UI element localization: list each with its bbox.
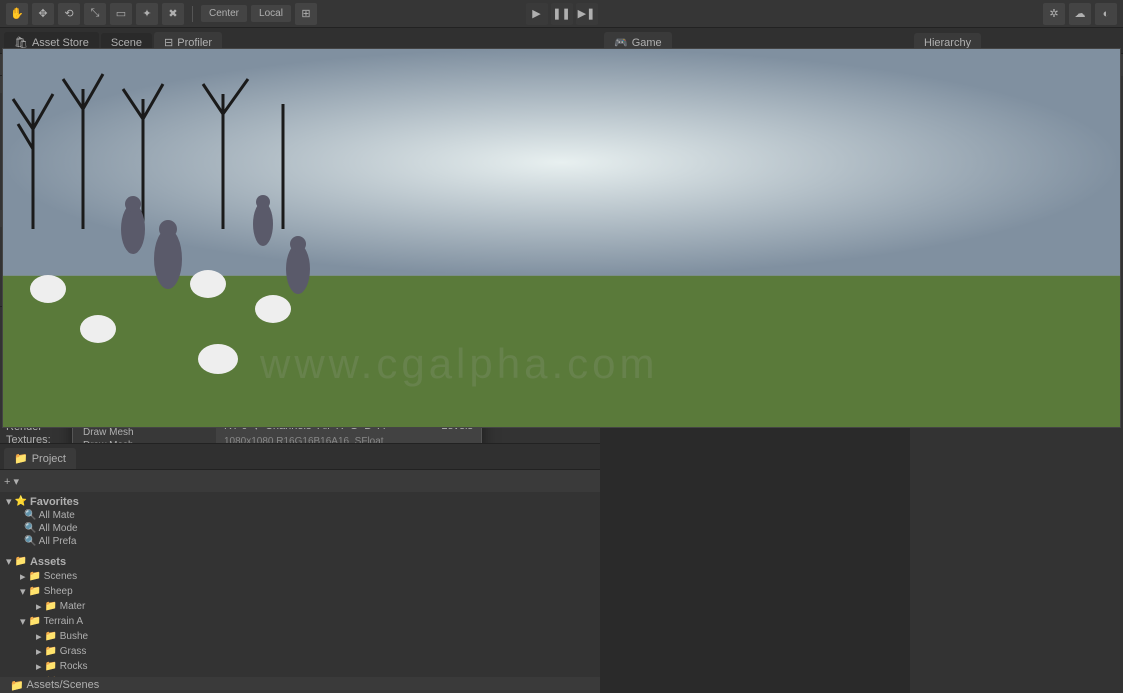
tab-label: Asset Store: [32, 37, 89, 49]
toolbar-right: ✲ ☁ ◐: [1043, 3, 1117, 25]
project-toolbar: + ▾: [0, 470, 600, 492]
asset-subfolder[interactable]: ▸📁 Mater: [2, 599, 598, 614]
game-scene-illustration: [3, 49, 1120, 427]
transform-tool-button[interactable]: ✦: [136, 3, 158, 25]
play-controls: ▶ ❚❚ ▶❚: [526, 3, 598, 25]
project-panel: 📁Project + ▾ ▾⭐ Favorites🔍 All Mate🔍 All…: [0, 443, 600, 693]
hand-tool-button[interactable]: ✋: [6, 3, 28, 25]
game-viewport[interactable]: [2, 48, 1121, 428]
tab-label: Project: [32, 453, 66, 465]
asset-folder[interactable]: ▾📁 Terrain A: [2, 614, 598, 629]
folder-icon: 📁: [10, 679, 24, 692]
main-toolbar: ✋ ✥ ⟲ ⤡ ▭ ✦ ✖ Center Local ⊞ ▶ ❚❚ ▶❚ ✲ ☁…: [0, 0, 1123, 28]
scale-tool-button[interactable]: ⤡: [84, 3, 106, 25]
tab-label: Profiler: [177, 37, 212, 49]
account-icon[interactable]: ◐: [1095, 3, 1117, 25]
asset-subfolder[interactable]: ▸📁 Rocks: [2, 659, 598, 674]
rotate-tool-button[interactable]: ⟲: [58, 3, 80, 25]
pivot-mode-button[interactable]: Center: [201, 5, 247, 22]
pivot-rotation-button[interactable]: Local: [251, 5, 291, 22]
tab-project[interactable]: 📁 Project: [4, 448, 76, 469]
favorite-item[interactable]: 🔍 All Mode: [2, 522, 598, 535]
settings-icon[interactable]: ✲: [1043, 3, 1065, 25]
asset-folder[interactable]: ▸📁 Scenes: [2, 569, 598, 584]
rt-size: 1080x1080 R16G16B16A16_SFloat: [224, 436, 473, 443]
project-tree[interactable]: ▾⭐ Favorites🔍 All Mate🔍 All Mode🔍 All Pr…: [0, 492, 600, 677]
pause-button[interactable]: ❚❚: [551, 3, 573, 25]
folder-icon: 📁: [14, 452, 28, 465]
play-button[interactable]: ▶: [526, 3, 548, 25]
step-button[interactable]: ▶❚: [576, 3, 598, 25]
favorite-item[interactable]: 🔍 All Mate: [2, 509, 598, 522]
favorite-item[interactable]: 🔍 All Prefa: [2, 535, 598, 548]
add-button[interactable]: + ▾: [4, 475, 19, 488]
project-status-path: Assets/Scenes: [26, 679, 99, 691]
favorites-header[interactable]: ▾⭐ Favorites: [2, 494, 598, 509]
cloud-icon[interactable]: ☁: [1069, 3, 1091, 25]
custom-tool-button[interactable]: ✖: [162, 3, 184, 25]
assets-header[interactable]: ▾📁 Assets: [2, 554, 598, 569]
rect-tool-button[interactable]: ▭: [110, 3, 132, 25]
separator: [192, 6, 193, 22]
asset-subfolder[interactable]: ▸📁 Bushe: [2, 629, 598, 644]
move-tool-button[interactable]: ✥: [32, 3, 54, 25]
tab-label: Game: [632, 37, 662, 49]
event-tree-item[interactable]: Draw Mesh: [73, 439, 216, 443]
asset-folder[interactable]: ▾📁 Sheep: [2, 584, 598, 599]
snap-button[interactable]: ⊞: [295, 3, 317, 25]
asset-subfolder[interactable]: ▸📁 Grass: [2, 644, 598, 659]
